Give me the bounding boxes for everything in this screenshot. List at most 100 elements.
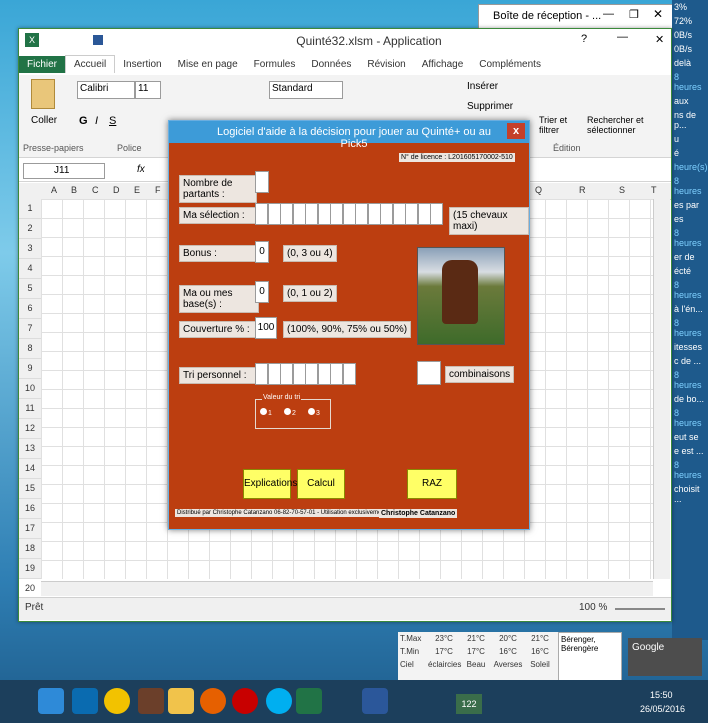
nb-partants-input[interactable] bbox=[255, 171, 269, 193]
selection-box[interactable] bbox=[342, 203, 356, 225]
row-header[interactable]: 6 bbox=[19, 299, 41, 319]
base-input[interactable]: 0 bbox=[255, 281, 269, 303]
fx-icon[interactable]: fx bbox=[137, 164, 145, 175]
close-icon[interactable]: ✕ bbox=[653, 7, 663, 21]
row-header[interactable]: 11 bbox=[19, 399, 41, 419]
tri-box[interactable] bbox=[267, 363, 281, 385]
couverture-input[interactable]: 100 bbox=[255, 317, 277, 339]
tri-radio[interactable]: 2 bbox=[284, 408, 296, 417]
tri-box[interactable] bbox=[292, 363, 306, 385]
row-header[interactable]: 16 bbox=[19, 499, 41, 519]
selection-box[interactable] bbox=[430, 203, 443, 225]
tab-formules[interactable]: Formules bbox=[246, 56, 304, 73]
selection-box[interactable] bbox=[367, 203, 381, 225]
tri-radio[interactable]: 3 bbox=[308, 408, 320, 417]
close-icon[interactable]: ✕ bbox=[655, 33, 664, 46]
selection-box[interactable] bbox=[317, 203, 331, 225]
column-header[interactable]: D bbox=[113, 185, 120, 195]
minimize-icon[interactable]: — bbox=[603, 8, 614, 20]
column-header[interactable]: S bbox=[619, 185, 625, 195]
row-header[interactable]: 17 bbox=[19, 519, 41, 539]
selection-box[interactable] bbox=[267, 203, 281, 225]
insert-button[interactable]: Insérer bbox=[467, 81, 498, 92]
selection-box[interactable] bbox=[355, 203, 368, 225]
bonus-input[interactable]: 0 bbox=[255, 241, 269, 263]
selection-box[interactable] bbox=[255, 203, 268, 225]
font-size-select[interactable]: 11 bbox=[135, 81, 161, 99]
selection-box[interactable] bbox=[280, 203, 293, 225]
row-header[interactable]: 19 bbox=[19, 559, 41, 579]
tab-données[interactable]: Données bbox=[303, 56, 359, 73]
font-name-select[interactable]: Calibri bbox=[77, 81, 135, 99]
tri-box[interactable] bbox=[342, 363, 356, 385]
row-header[interactable]: 13 bbox=[19, 439, 41, 459]
excel-taskbar-icon[interactable] bbox=[296, 688, 322, 714]
restore-icon[interactable]: ❐ bbox=[629, 8, 639, 21]
zoom-slider[interactable] bbox=[615, 608, 665, 610]
selection-box[interactable] bbox=[380, 203, 393, 225]
number-format-select[interactable]: Standard bbox=[269, 81, 343, 99]
row-header[interactable]: 7 bbox=[19, 319, 41, 339]
tri-box[interactable] bbox=[330, 363, 343, 385]
row-header[interactable]: 4 bbox=[19, 259, 41, 279]
folder-icon[interactable] bbox=[168, 688, 194, 714]
firefox-icon[interactable] bbox=[200, 688, 226, 714]
help-icon[interactable]: ? bbox=[581, 33, 587, 45]
horizontal-scrollbar[interactable] bbox=[41, 581, 653, 596]
column-header[interactable]: Q bbox=[535, 185, 542, 195]
ie-icon[interactable] bbox=[38, 688, 64, 714]
chrome-icon[interactable] bbox=[104, 688, 130, 714]
row-header[interactable]: 5 bbox=[19, 279, 41, 299]
vertical-scrollbar[interactable] bbox=[653, 199, 670, 579]
ftp-icon[interactable] bbox=[138, 688, 164, 714]
column-header[interactable]: C bbox=[92, 185, 99, 195]
row-header[interactable]: 1 bbox=[19, 199, 41, 219]
column-header[interactable]: A bbox=[51, 185, 57, 195]
column-header[interactable]: E bbox=[134, 185, 140, 195]
save-icon[interactable] bbox=[93, 35, 103, 45]
bold-button[interactable]: G bbox=[79, 115, 88, 127]
row-header[interactable]: 9 bbox=[19, 359, 41, 379]
column-header[interactable]: B bbox=[71, 185, 77, 195]
tab-compléments[interactable]: Compléments bbox=[471, 56, 549, 73]
selection-box[interactable] bbox=[392, 203, 406, 225]
close-button[interactable]: x bbox=[507, 123, 525, 139]
sort-button[interactable]: Trier et filtrer bbox=[539, 115, 583, 135]
outlook-window-title[interactable]: Boîte de réception - ... — ❐ ✕ bbox=[478, 4, 676, 30]
name-box[interactable]: J11 bbox=[23, 163, 105, 179]
minimize-icon[interactable]: — bbox=[617, 31, 628, 43]
raz-button[interactable]: RAZ bbox=[407, 469, 457, 499]
selection-box[interactable] bbox=[292, 203, 306, 225]
tri-box[interactable] bbox=[280, 363, 293, 385]
delete-button[interactable]: Supprimer bbox=[467, 101, 513, 112]
word-icon[interactable] bbox=[362, 688, 388, 714]
calcul-button[interactable]: Calcul bbox=[297, 469, 345, 499]
tab-mise-en-page[interactable]: Mise en page bbox=[170, 56, 246, 73]
tab-accueil[interactable]: Accueil bbox=[65, 55, 116, 73]
tri-box[interactable] bbox=[255, 363, 268, 385]
row-header[interactable]: 2 bbox=[19, 219, 41, 239]
row-header[interactable]: 10 bbox=[19, 379, 41, 399]
row-header[interactable]: 12 bbox=[19, 419, 41, 439]
underline-button[interactable]: S bbox=[109, 115, 116, 127]
selection-box[interactable] bbox=[405, 203, 418, 225]
row-header[interactable]: 18 bbox=[19, 539, 41, 559]
onedrive-icon[interactable] bbox=[72, 688, 98, 714]
selection-box[interactable] bbox=[417, 203, 431, 225]
find-button[interactable]: Rechercher et sélectionner bbox=[587, 115, 657, 135]
tab-révision[interactable]: Révision bbox=[359, 56, 413, 73]
italic-button[interactable]: I bbox=[95, 115, 98, 127]
explications-button[interactable]: Explications bbox=[243, 469, 297, 499]
skype-icon[interactable] bbox=[266, 688, 292, 714]
tri-radio[interactable]: 1 bbox=[260, 408, 272, 417]
row-header[interactable]: 8 bbox=[19, 339, 41, 359]
column-header[interactable]: R bbox=[579, 185, 586, 195]
column-header[interactable]: F bbox=[155, 185, 161, 195]
notification-card[interactable]: Bérenger, Bérengère bbox=[558, 632, 622, 682]
selection-box[interactable] bbox=[305, 203, 318, 225]
row-header[interactable]: 14 bbox=[19, 459, 41, 479]
row-header[interactable]: 20 bbox=[19, 579, 41, 599]
row-header[interactable]: 3 bbox=[19, 239, 41, 259]
tab-insertion[interactable]: Insertion bbox=[115, 56, 169, 73]
paste-icon[interactable] bbox=[31, 79, 55, 109]
